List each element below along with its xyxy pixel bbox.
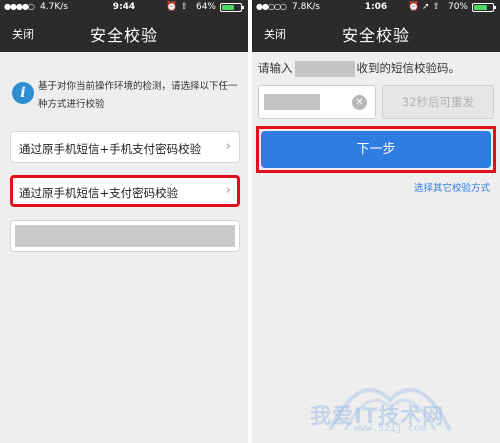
clock: 1:06 xyxy=(364,2,388,12)
watermark-url: www.52ij.com xyxy=(354,424,427,435)
status-bar: ●●○○○ 7.8K/s 1:06 ⏰ ➚ ⇧ 70% xyxy=(252,0,500,14)
page-title: 安全校验 xyxy=(89,26,158,45)
network-speed: 7.8K/s xyxy=(292,2,320,12)
other-verification-link[interactable]: 选择其它校验方式 xyxy=(414,180,490,194)
info-text: 基于对你当前操作环境的检测，请选择以下任一种方式进行校验 xyxy=(38,81,238,110)
redacted-block xyxy=(15,225,235,247)
chevron-right-icon: › xyxy=(225,183,231,198)
status-bar: ●●●●○ 4.7K/s 9:44 ⏰ ⇧ 64% xyxy=(0,0,248,14)
clock: 9:44 xyxy=(112,2,136,12)
signal-icon: ●●○○○ xyxy=(256,2,287,11)
sms-code-input[interactable]: ✕ xyxy=(258,85,376,119)
clear-icon[interactable]: ✕ xyxy=(352,95,367,110)
option-label: 通过原手机短信+手机支付密码校验 xyxy=(19,142,202,156)
info-icon: i xyxy=(12,82,34,104)
option-sms-phone-pay-password[interactable]: 通过原手机短信+手机支付密码校验 › xyxy=(10,131,240,163)
alarm-icon: ⏰ ⇧ xyxy=(166,2,188,12)
info-notice: i 基于对你当前操作环境的检测，请选择以下任一种方式进行校验 xyxy=(12,78,238,114)
chevron-right-icon: › xyxy=(225,139,231,154)
network-speed: 4.7K/s xyxy=(40,2,68,12)
resend-button[interactable]: 32秒后可重发 xyxy=(382,85,494,119)
redacted-phone xyxy=(294,60,355,77)
sms-prompt: 请输入 收到的短信校验码。 xyxy=(258,60,460,80)
alarm-location-icon: ⏰ ➚ ⇧ xyxy=(407,2,440,12)
battery-percent: 64% xyxy=(195,2,216,12)
option-sms-pay-password[interactable]: 通过原手机短信+支付密码校验 › xyxy=(10,175,240,207)
battery-percent: 70% xyxy=(447,2,468,12)
battery-icon xyxy=(472,3,496,12)
left-screen: ●●●●○ 4.7K/s 9:44 ⏰ ⇧ 64% 关闭 安全校验 i 基于对你… xyxy=(0,0,248,443)
nav-bar: 关闭 安全校验 xyxy=(252,14,500,52)
option-label: 通过原手机短信+支付密码校验 xyxy=(19,186,179,200)
nav-bar: 关闭 安全校验 xyxy=(0,14,248,52)
next-button-highlight: 下一步 xyxy=(256,126,496,173)
option-redacted[interactable] xyxy=(10,220,240,252)
redacted-code xyxy=(264,94,320,110)
page-title: 安全校验 xyxy=(341,26,410,45)
next-button[interactable]: 下一步 xyxy=(261,131,491,168)
prompt-suffix: 收到的短信校验码。 xyxy=(356,61,461,75)
watermark: 我爱IT技术网 www.52ij.com xyxy=(290,360,490,440)
signal-icon: ●●●●○ xyxy=(4,2,35,11)
battery-icon xyxy=(220,3,244,12)
prompt-prefix: 请输入 xyxy=(258,61,293,75)
